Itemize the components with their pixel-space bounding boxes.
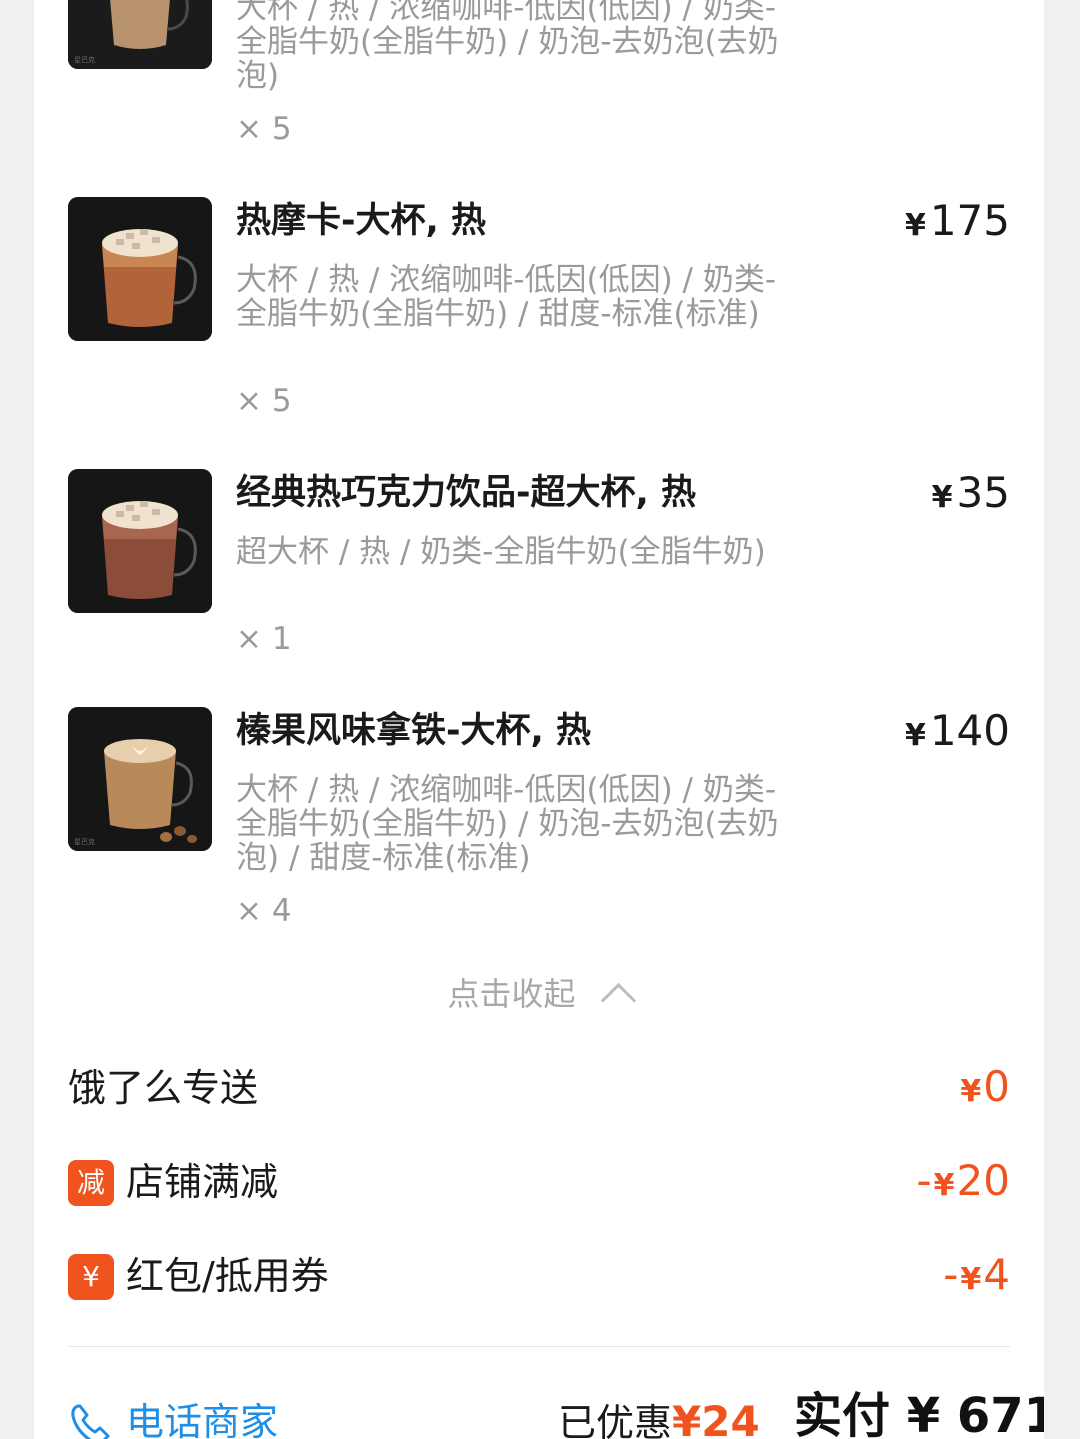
item-quantity: × 4 (236, 893, 292, 929)
amount-value: 20 (956, 1156, 1010, 1205)
coupon-badge-icon: ¥ (68, 1254, 114, 1300)
item-price: ¥140 (905, 707, 1010, 760)
saved-summary: 已优惠¥24 (558, 1398, 760, 1439)
coupon-label: 红包/抵用券 (126, 1254, 329, 1298)
call-merchant-label: 电话商家 (126, 1400, 279, 1439)
currency-symbol: ¥ (904, 208, 926, 243)
delivery-label: 饿了么专送 (68, 1066, 259, 1110)
latte-cup-image: 星巴克 (68, 0, 212, 69)
item-quantity: × 5 (236, 111, 292, 147)
brand-mark: 星巴克 (74, 56, 95, 64)
amount-value: 0 (983, 1062, 1010, 1111)
item-price: ¥35 (932, 469, 1010, 522)
saved-label: 已优惠 (558, 1401, 673, 1439)
price-value: 35 (956, 468, 1010, 517)
store-discount-row: 减 店铺满减 -¥20 (68, 1152, 1010, 1212)
hot-chocolate-cup-image (68, 469, 212, 613)
collapse-label: 点击收起 (447, 975, 576, 1013)
currency-symbol: ¥ (960, 1262, 982, 1297)
currency-symbol: ¥ (960, 1074, 982, 1109)
order-item: 经典热巧克力饮品-超大杯, 热 ¥35 超大杯 / 热 / 奶类-全脂牛奶(全脂… (68, 469, 1010, 669)
store-discount-label: 店铺满减 (126, 1160, 279, 1204)
price-value: 140 (929, 706, 1010, 755)
collapse-toggle[interactable]: 点击收起 (34, 972, 1044, 1019)
store-discount-amount: -¥20 (917, 1156, 1010, 1211)
discount-badge-icon: 减 (68, 1160, 114, 1206)
item-spec: 大杯 / 热 / 浓缩咖啡-低因(低因) / 奶类-全脂牛奶(全脂牛奶) / 奶… (236, 0, 779, 94)
cup-illustration (68, 469, 212, 613)
item-spec: 超大杯 / 热 / 奶类-全脂牛奶(全脂牛奶) (236, 534, 766, 570)
amount-sign: - (943, 1250, 959, 1299)
item-quantity: × 5 (236, 383, 292, 419)
coupon-amount: -¥4 (943, 1250, 1010, 1305)
order-detail-card: 星巴克 大杯 / 热 / 浓缩咖啡-低因(低因) / 奶类-全脂牛奶(全脂牛奶)… (34, 0, 1044, 1439)
price-value: 175 (929, 196, 1010, 245)
delivery-fee-row: 饿了么专送 ¥0 (68, 1058, 1010, 1118)
phone-icon (71, 1404, 110, 1439)
delivery-amount: ¥0 (958, 1062, 1010, 1117)
hazelnut-latte-cup-image: 星巴克 (68, 707, 212, 851)
cup-illustration (68, 197, 212, 341)
item-name: 榛果风味拿铁-大杯, 热 (236, 711, 592, 751)
item-price: ¥175 (905, 197, 1010, 250)
item-name: 热摩卡-大杯, 热 (236, 201, 487, 241)
divider (68, 1346, 1010, 1347)
order-item: 星巴克 大杯 / 热 / 浓缩咖啡-低因(低因) / 奶类-全脂牛奶(全脂牛奶)… (68, 0, 1010, 147)
brand-mark: 星巴克 (74, 838, 95, 846)
currency-symbol: ¥ (933, 1168, 955, 1203)
item-spec: 大杯 / 热 / 浓缩咖啡-低因(低因) / 奶类-全脂牛奶(全脂牛奶) / 奶… (236, 772, 779, 876)
item-spec: 大杯 / 热 / 浓缩咖啡-低因(低因) / 奶类-全脂牛奶(全脂牛奶) / 甜… (236, 262, 777, 332)
coupon-row: ¥ 红包/抵用券 -¥4 (68, 1246, 1010, 1306)
order-item: 热摩卡-大杯, 热 ¥175 大杯 / 热 / 浓缩咖啡-低因(低因) / 奶类… (68, 197, 1010, 427)
amount-value: 4 (983, 1250, 1010, 1299)
item-quantity: × 1 (236, 621, 292, 657)
saved-amount: ¥24 (672, 1397, 760, 1439)
currency-symbol: ¥ (931, 480, 953, 515)
mocha-cup-image (68, 197, 212, 341)
currency-symbol: ¥ (904, 718, 926, 753)
item-name: 经典热巧克力饮品-超大杯, 热 (236, 473, 697, 513)
amount-sign: - (916, 1156, 932, 1205)
chevron-up-icon (600, 982, 636, 1019)
cup-illustration (68, 707, 212, 851)
total-paid: 实付 ¥ 671 (794, 1388, 1044, 1439)
order-item: 星巴克 榛果风味拿铁-大杯, 热 ¥140 大杯 / 热 / 浓缩咖啡-低因(低… (68, 707, 1010, 937)
